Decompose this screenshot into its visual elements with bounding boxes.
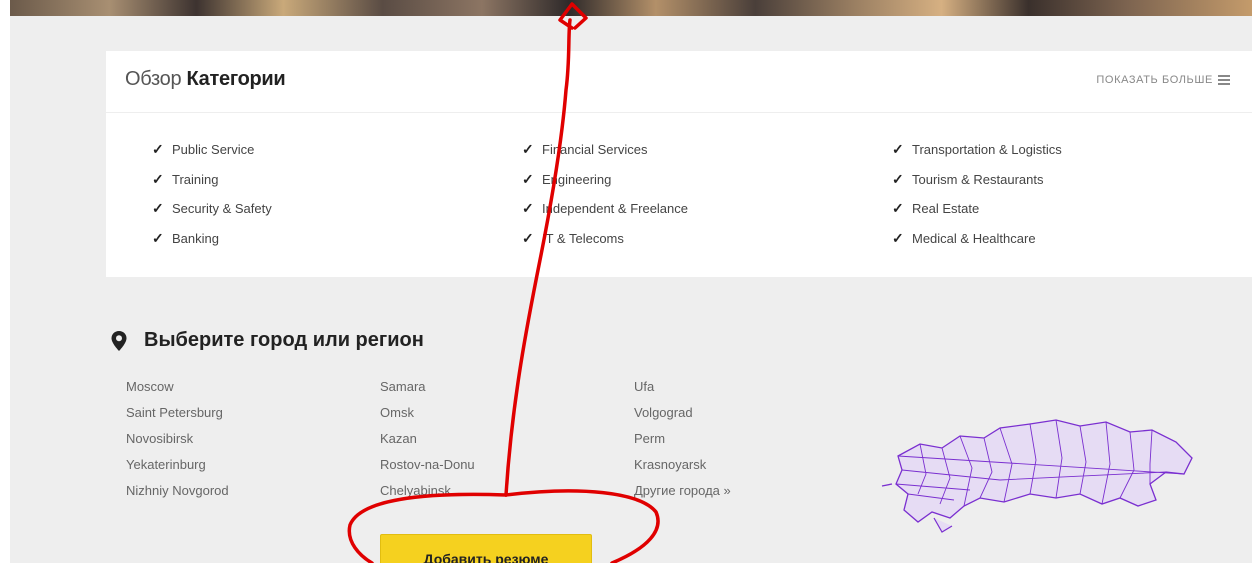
- menu-icon: [1218, 75, 1230, 85]
- city-section-title: Выберите город или регион: [144, 329, 424, 351]
- category-item[interactable]: ✓ Security & Safety: [152, 194, 272, 224]
- check-icon: ✓: [152, 229, 164, 246]
- check-icon: ✓: [522, 200, 534, 217]
- category-label: Medical & Healthcare: [912, 230, 1036, 246]
- check-icon: ✓: [522, 229, 534, 246]
- city-link[interactable]: Kazan: [380, 426, 475, 452]
- category-item[interactable]: ✓ Independent & Freelance: [522, 194, 688, 224]
- city-link[interactable]: Omsk: [380, 400, 475, 426]
- city-column-1: Moscow Saint Petersburg Novosibirsk Yeka…: [126, 374, 229, 504]
- category-label: Banking: [172, 230, 219, 246]
- show-more-link[interactable]: ПОКАЗАТЬ БОЛЬШЕ: [1096, 74, 1230, 86]
- city-link[interactable]: Perm: [634, 426, 731, 452]
- add-resume-button[interactable]: Добавить резюме: [380, 534, 592, 563]
- city-link[interactable]: Chelyabinsk: [380, 478, 475, 504]
- category-item[interactable]: ✓ Engineering: [522, 165, 688, 195]
- city-link[interactable]: Moscow: [126, 374, 229, 400]
- city-column-2: Samara Omsk Kazan Rostov-na-Donu Chelyab…: [380, 374, 475, 504]
- city-link[interactable]: Rostov-na-Donu: [380, 452, 475, 478]
- category-item[interactable]: ✓ Financial Services: [522, 135, 688, 165]
- category-item[interactable]: ✓ Tourism & Restaurants: [892, 165, 1062, 195]
- category-item[interactable]: ✓ Public Service: [152, 135, 272, 165]
- check-icon: ✓: [892, 229, 904, 246]
- check-icon: ✓: [152, 200, 164, 217]
- category-label: Transportation & Logistics: [912, 142, 1062, 158]
- city-link[interactable]: Saint Petersburg: [126, 400, 229, 426]
- category-item[interactable]: ✓ Banking: [152, 224, 272, 254]
- city-link[interactable]: Novosibirsk: [126, 426, 229, 452]
- category-label: Tourism & Restaurants: [912, 171, 1044, 187]
- city-link[interactable]: Ufa: [634, 374, 731, 400]
- other-cities-link[interactable]: Другие города »: [634, 478, 731, 504]
- hero-image-strip: [10, 0, 1252, 16]
- category-item[interactable]: ✓ Medical & Healthcare: [892, 224, 1062, 254]
- city-link[interactable]: Nizhniy Novgorod: [126, 478, 229, 504]
- city-link[interactable]: Krasnoyarsk: [634, 452, 731, 478]
- category-item[interactable]: ✓ Training: [152, 165, 272, 195]
- city-section-heading: Выберите город или регион: [110, 329, 424, 352]
- city-link[interactable]: Samara: [380, 374, 475, 400]
- category-label: Training: [172, 171, 219, 187]
- categories-card: Обзор Категории ПОКАЗАТЬ БОЛЬШЕ ✓ Public …: [106, 51, 1252, 277]
- category-column-3: ✓ Transportation & Logistics ✓ Tourism & R…: [892, 135, 1062, 253]
- categories-title-prefix: Обзор: [125, 68, 182, 90]
- russia-map[interactable]: [880, 414, 1200, 536]
- category-column-2: ✓ Financial Services ✓ Engineering ✓ Indepe…: [522, 135, 688, 253]
- check-icon: ✓: [152, 141, 164, 158]
- category-column-1: ✓ Public Service ✓ Training ✓ Security & Sa…: [152, 135, 272, 253]
- check-icon: ✓: [152, 170, 164, 187]
- category-label: Engineering: [542, 171, 612, 187]
- show-more-label: ПОКАЗАТЬ БОЛЬШЕ: [1096, 74, 1213, 86]
- category-label: Public Service: [172, 142, 255, 158]
- city-link[interactable]: Yekaterinburg: [126, 452, 229, 478]
- category-item[interactable]: ✓ Real Estate: [892, 194, 1062, 224]
- check-icon: ✓: [892, 141, 904, 158]
- page-content: Обзор Категории ПОКАЗАТЬ БОЛЬШЕ ✓ Public …: [10, 16, 1252, 563]
- city-column-3: Ufa Volgograd Perm Krasnoyarsk Другие го…: [634, 374, 731, 504]
- categories-title-main: Категории: [186, 68, 286, 90]
- check-icon: ✓: [522, 141, 534, 158]
- map-pin-icon: [111, 330, 127, 351]
- city-link[interactable]: Volgograd: [634, 400, 731, 426]
- categories-header: Обзор Категории ПОКАЗАТЬ БОЛЬШЕ: [106, 51, 1252, 113]
- check-icon: ✓: [892, 170, 904, 187]
- category-item[interactable]: ✓ IT & Telecoms: [522, 224, 688, 254]
- category-item[interactable]: ✓ Transportation & Logistics: [892, 135, 1062, 165]
- category-label: Financial Services: [542, 142, 648, 158]
- category-label: Independent & Freelance: [542, 201, 688, 217]
- category-label: IT & Telecoms: [542, 230, 624, 246]
- categories-title: Обзор Категории: [125, 68, 286, 91]
- check-icon: ✓: [522, 170, 534, 187]
- check-icon: ✓: [892, 200, 904, 217]
- category-label: Real Estate: [912, 201, 980, 217]
- category-label: Security & Safety: [172, 201, 272, 217]
